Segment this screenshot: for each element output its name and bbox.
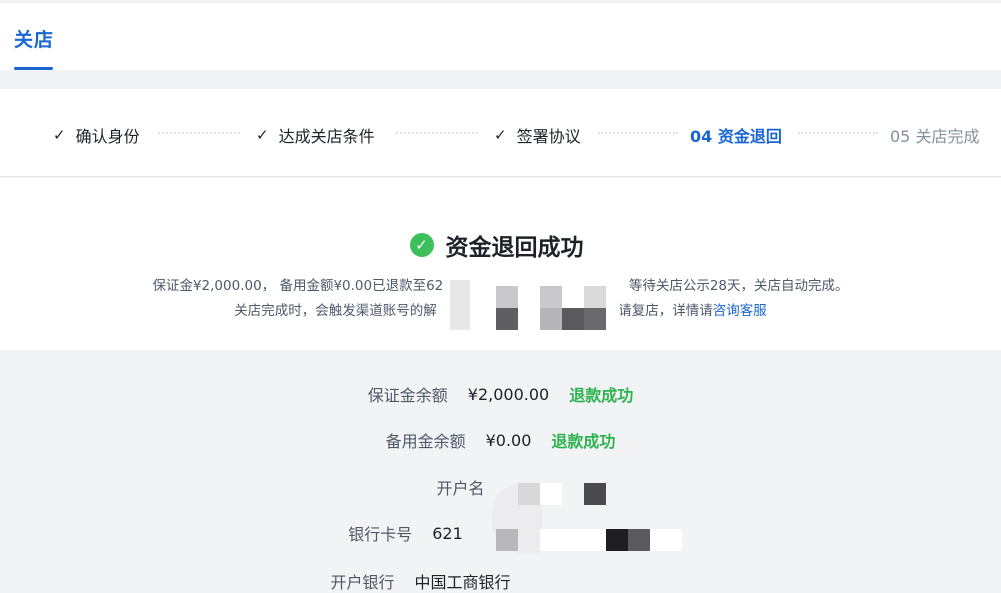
desc-text: 保证金¥2,000.00， 备用金额¥0.00已退款至62 (152, 278, 444, 294)
step-connector (158, 132, 240, 134)
step-label: 签署协议 (516, 127, 581, 146)
privacy-mosaic (488, 463, 688, 563)
reserve-value: ¥0.00 (485, 430, 532, 450)
card-number-label: 银行卡号 (348, 525, 413, 544)
privacy-mosaic (440, 250, 620, 350)
bank-row: 开户银行 中国工商银行 (0, 569, 1001, 593)
desc-text: 332， 等待关店公示28天，关店自动完成。 (585, 278, 849, 294)
reserve-status: 退款成功 (551, 432, 616, 451)
contact-support-link[interactable]: 咨询客服 (713, 303, 767, 319)
step-connector (798, 132, 878, 134)
deposit-row: 保证金余额 ¥2,000.00 退款成功 (0, 382, 1001, 406)
tab-close-store[interactable]: 关店 (14, 25, 54, 52)
step-label: 达成关店条件 (278, 127, 375, 146)
step-4: 04 资金退回 (690, 123, 782, 147)
check-icon: ✓ (494, 126, 507, 144)
top-tab-bar: 关店 (0, 0, 1001, 70)
step-label: 确认身份 (75, 127, 140, 146)
account-name-label: 开户名 (436, 479, 485, 498)
step-1: ✓ 确认身份 (53, 123, 140, 147)
bank-value: 中国工商银行 (414, 573, 511, 592)
step-connector (396, 132, 478, 134)
deposit-status: 退款成功 (569, 386, 634, 405)
success-check-icon: ✓ (409, 233, 434, 257)
desc-text: 申请复店，详情请 (604, 303, 713, 319)
tab-active-indicator (14, 67, 53, 70)
deposit-value: ¥2,000.00 (467, 384, 550, 404)
step-label: 05 关店完成 (890, 127, 980, 146)
desc-text: 关店完成时，会触发渠道账号的解 (234, 303, 437, 319)
check-icon: ✓ (256, 126, 269, 144)
check-icon: ✓ (53, 126, 66, 144)
reserve-row: 备用金余额 ¥0.00 退款成功 (0, 428, 1001, 452)
step-5: 05 关店完成 (890, 123, 979, 147)
step-3: ✓ 签署协议 (494, 123, 581, 147)
card-number-value: 621 (432, 523, 463, 543)
deposit-label: 保证金余额 (367, 386, 448, 405)
step-label: 04 资金退回 (690, 127, 782, 146)
step-connector (598, 132, 678, 134)
progress-steps: ✓ 确认身份 ✓ 达成关店条件 ✓ 签署协议 04 资金退回 05 关店完成 (0, 89, 1001, 177)
bank-label: 开户银行 (330, 573, 395, 592)
reserve-label: 备用金余额 (385, 432, 466, 451)
step-2: ✓ 达成关店条件 (256, 123, 375, 147)
